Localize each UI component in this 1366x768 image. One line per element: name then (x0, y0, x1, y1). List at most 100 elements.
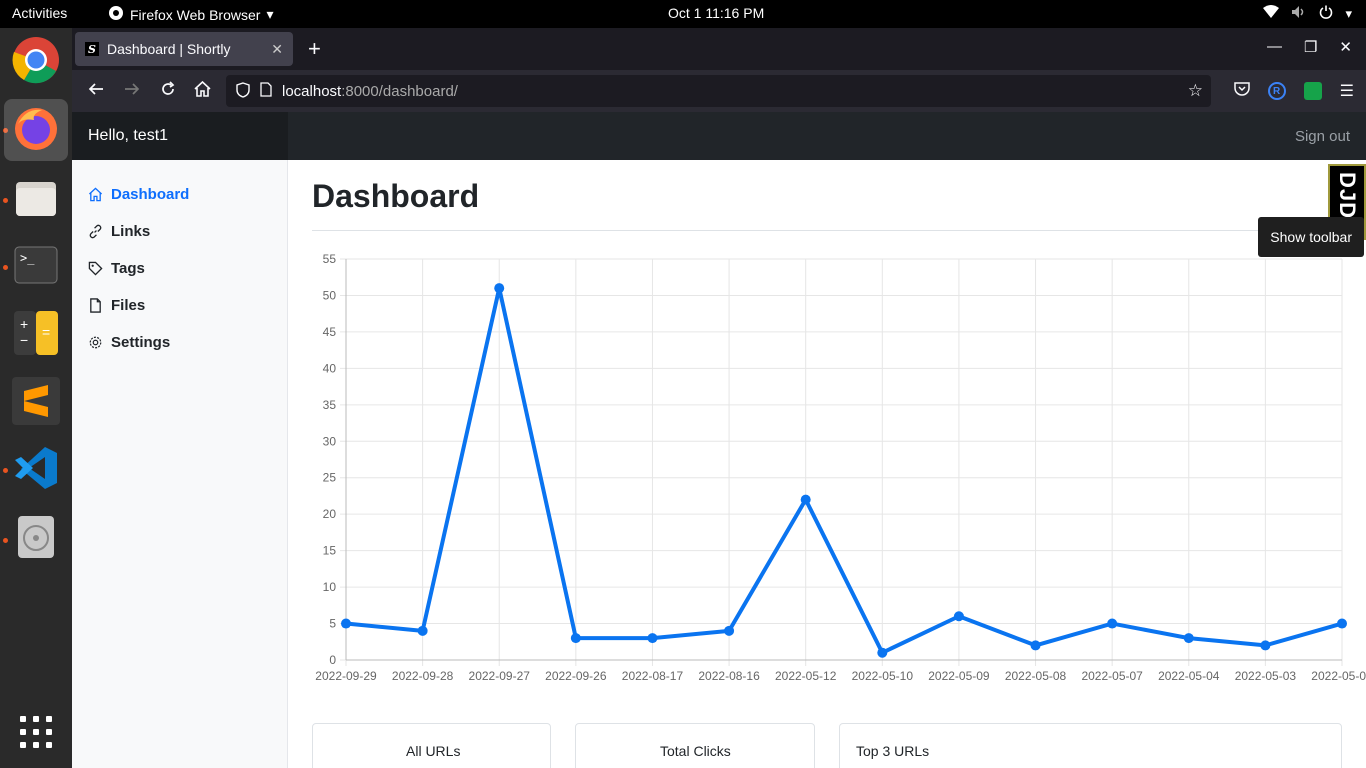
x-tick-label: 2022-09-27 (469, 669, 531, 683)
extension-r-icon[interactable]: R (1267, 82, 1286, 100)
web-page: Hello, test1 Sign out Dashboard Links Ta… (72, 112, 1366, 768)
data-point (341, 618, 351, 629)
sidebar-item-label: Files (111, 297, 146, 314)
calculator-icon: + − = (14, 310, 58, 360)
url-bar[interactable]: localhost:8000/dashboard/ ☆ (226, 75, 1211, 107)
data-point (417, 625, 428, 636)
dock-firefox[interactable] (4, 99, 68, 161)
shield-icon[interactable] (236, 81, 250, 101)
y-tick-label: 5 (329, 617, 336, 631)
tab-strip: S Dashboard | Shortly ✕ + — ❐ ✕ (72, 28, 1366, 70)
sidebar-item-dashboard[interactable]: Dashboard (72, 176, 287, 213)
tab-dashboard[interactable]: S Dashboard | Shortly ✕ (75, 32, 293, 66)
data-point (1107, 618, 1118, 629)
reload-icon[interactable] (160, 81, 176, 100)
card-total-clicks: Total Clicks (575, 723, 815, 768)
toolbar-extensions: R ☰ (1233, 81, 1354, 101)
dock-disc[interactable] (10, 513, 62, 565)
activities-button[interactable]: Activities (12, 5, 67, 21)
svg-text:>_: >_ (20, 251, 35, 265)
clock[interactable]: Oct 1 11:16 PM (668, 5, 764, 21)
chrome-icon (12, 36, 60, 89)
firefox-small-icon (108, 5, 124, 24)
hamburger-menu-icon[interactable]: ☰ (1340, 81, 1354, 101)
tab-title: Dashboard | Shortly (107, 41, 231, 57)
x-tick-label: 2022-05-07 (1081, 669, 1143, 683)
data-point (647, 633, 658, 644)
gear-icon (89, 336, 102, 349)
show-apps-button[interactable] (10, 708, 62, 760)
x-tick-label: 2022-09-28 (392, 669, 454, 683)
sidebar-item-files[interactable]: Files (72, 287, 287, 324)
pocket-icon[interactable] (1233, 81, 1250, 101)
series-line (345, 286, 1343, 655)
system-tray[interactable]: ▾ (1263, 5, 1352, 22)
dock-calculator[interactable]: + − = (10, 309, 62, 361)
back-arrow-icon[interactable] (88, 81, 104, 100)
running-indicator (3, 198, 8, 203)
y-tick-label: 50 (323, 288, 337, 302)
app-menu-label: Firefox Web Browser (130, 6, 261, 23)
show-toolbar-tooltip: Show toolbar (1258, 217, 1364, 257)
disc-icon (16, 514, 56, 565)
x-tick-label: 2022-05-10 (852, 669, 914, 683)
card-top-3-urls: Top 3 URLs (839, 723, 1342, 768)
extension-green-icon[interactable] (1303, 82, 1322, 100)
star-icon[interactable]: ☆ (1188, 81, 1203, 101)
new-tab-button[interactable]: + (308, 36, 321, 62)
nav-toolbar: localhost:8000/dashboard/ ☆ R ☰ (72, 70, 1366, 112)
x-tick-label: 2022-05-12 (775, 669, 837, 683)
sidebar-item-label: Links (111, 223, 151, 240)
dock-files[interactable] (10, 174, 62, 226)
x-tick-label: 2022-09-26 (545, 669, 607, 683)
close-tab-icon[interactable]: ✕ (271, 41, 283, 58)
file-icon (90, 298, 101, 313)
sidebar-item-links[interactable]: Links (72, 213, 287, 250)
vscode-icon (13, 445, 59, 496)
home-icon[interactable] (194, 80, 211, 100)
svg-text:−: − (20, 332, 28, 348)
data-point (1260, 640, 1271, 651)
y-tick-label: 55 (323, 252, 337, 266)
folder-icon (14, 178, 58, 223)
firefox-window: S Dashboard | Shortly ✕ + — ❐ ✕ localhos… (72, 28, 1366, 768)
power-icon (1319, 5, 1333, 22)
terminal-icon: >_ (14, 246, 58, 289)
page-icon[interactable] (260, 82, 272, 100)
close-window-icon[interactable]: ✕ (1339, 38, 1352, 56)
sidebar: Dashboard Links Tags Files Settings (72, 160, 288, 768)
minimize-icon[interactable]: — (1267, 38, 1282, 56)
data-point (953, 611, 964, 622)
card-title: Top 3 URLs (856, 743, 930, 759)
dock-sublime-text[interactable] (10, 376, 62, 430)
data-point (1183, 633, 1194, 644)
app-menu[interactable]: Firefox Web Browser ▾ (108, 5, 273, 24)
x-tick-label: 2022-09-29 (315, 669, 377, 683)
url-host: localhost (282, 82, 342, 100)
maximize-icon[interactable]: ❐ (1304, 38, 1317, 56)
dock-chrome[interactable] (10, 36, 62, 88)
sidebar-item-tags[interactable]: Tags (72, 250, 287, 287)
sublime-icon (12, 376, 60, 430)
x-tick-label: 2022-05-08 (1005, 669, 1067, 683)
data-point (724, 625, 735, 636)
y-tick-label: 0 (329, 653, 336, 667)
home-icon (88, 187, 103, 202)
dock-terminal[interactable]: >_ (10, 241, 62, 293)
dock-vscode[interactable] (10, 444, 62, 496)
sidebar-item-label: Tags (111, 260, 145, 277)
card-title: Total Clicks (660, 743, 731, 759)
x-tick-label: 2022-08-16 (698, 669, 760, 683)
data-point (1030, 640, 1041, 651)
svg-text:=: = (42, 324, 50, 340)
forward-arrow-icon[interactable] (124, 81, 140, 100)
url-path: :8000/dashboard/ (341, 82, 458, 100)
running-indicator (3, 468, 8, 473)
url-text[interactable]: localhost:8000/dashboard/ (282, 83, 458, 100)
y-tick-label: 15 (323, 544, 337, 558)
window-controls: — ❐ ✕ (1267, 38, 1352, 56)
tag-icon (88, 261, 103, 276)
sign-out-link[interactable]: Sign out (1295, 128, 1350, 145)
app-header: Hello, test1 Sign out (72, 112, 1366, 160)
sidebar-item-settings[interactable]: Settings (72, 324, 287, 361)
